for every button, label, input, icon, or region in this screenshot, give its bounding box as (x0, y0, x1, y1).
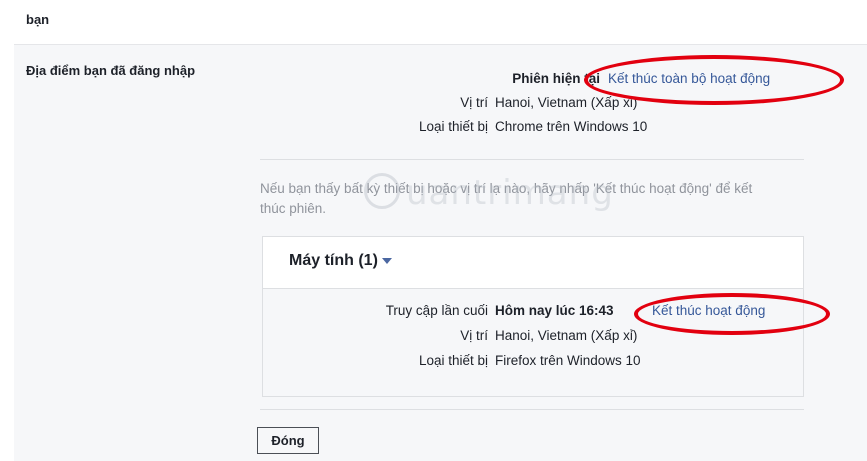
end-all-activity-link[interactable]: Kết thúc toàn bộ hoạt động (608, 71, 770, 86)
divider-top (260, 159, 804, 160)
current-location-value: Hanoi, Vietnam (Xấp xỉ) (495, 95, 638, 110)
current-device-value: Chrome trên Windows 10 (495, 119, 648, 134)
current-session-label: Phiên hiện tại (512, 71, 600, 86)
chevron-down-icon[interactable] (381, 257, 392, 264)
close-button[interactable]: Đóng (257, 427, 319, 454)
divider-bottom (260, 409, 804, 410)
device-type-key: Loại thiết bị (418, 353, 488, 368)
device-location-value: Hanoi, Vietnam (Xấp xỉ) (495, 328, 638, 343)
device-location-row: Vị trí (263, 328, 488, 348)
device-group-header[interactable]: Máy tính (1) (263, 237, 803, 289)
current-device-row: Loại thiết bị (314, 119, 488, 139)
current-location-key: Vị trí (460, 95, 488, 110)
top-strip: bạn (0, 0, 867, 44)
notice-text: Nếu bạn thấy bất kỳ thiết bị hoặc vị trí… (260, 181, 753, 216)
device-group-title-text: Máy tính (1) (289, 252, 378, 269)
last-access-key: Truy cập lần cuối (385, 303, 488, 318)
section-title: Địa điểm bạn đã đăng nhập (26, 63, 196, 78)
end-activity-link[interactable]: Kết thúc hoạt động (652, 303, 765, 318)
last-access-row: Truy cập lần cuối (263, 303, 488, 323)
current-location-row: Vị trí (314, 95, 488, 115)
device-group-box: Máy tính (1) Truy cập lần cuối Hôm nay l… (262, 236, 804, 397)
device-type-row: Loại thiết bị (263, 353, 488, 373)
current-session-row: Phiên hiện tại (314, 71, 600, 91)
current-device-key: Loại thiết bị (418, 119, 488, 134)
device-type-value: Firefox trên Windows 10 (495, 353, 641, 368)
device-group-title[interactable]: Máy tính (1) (289, 252, 392, 270)
device-location-key: Vị trí (460, 328, 488, 343)
top-label: bạn (26, 12, 50, 27)
settings-panel: Địa điểm bạn đã đăng nhập Phiên hiện tại… (14, 44, 867, 461)
last-access-value: Hôm nay lúc 16:43 (495, 303, 614, 318)
